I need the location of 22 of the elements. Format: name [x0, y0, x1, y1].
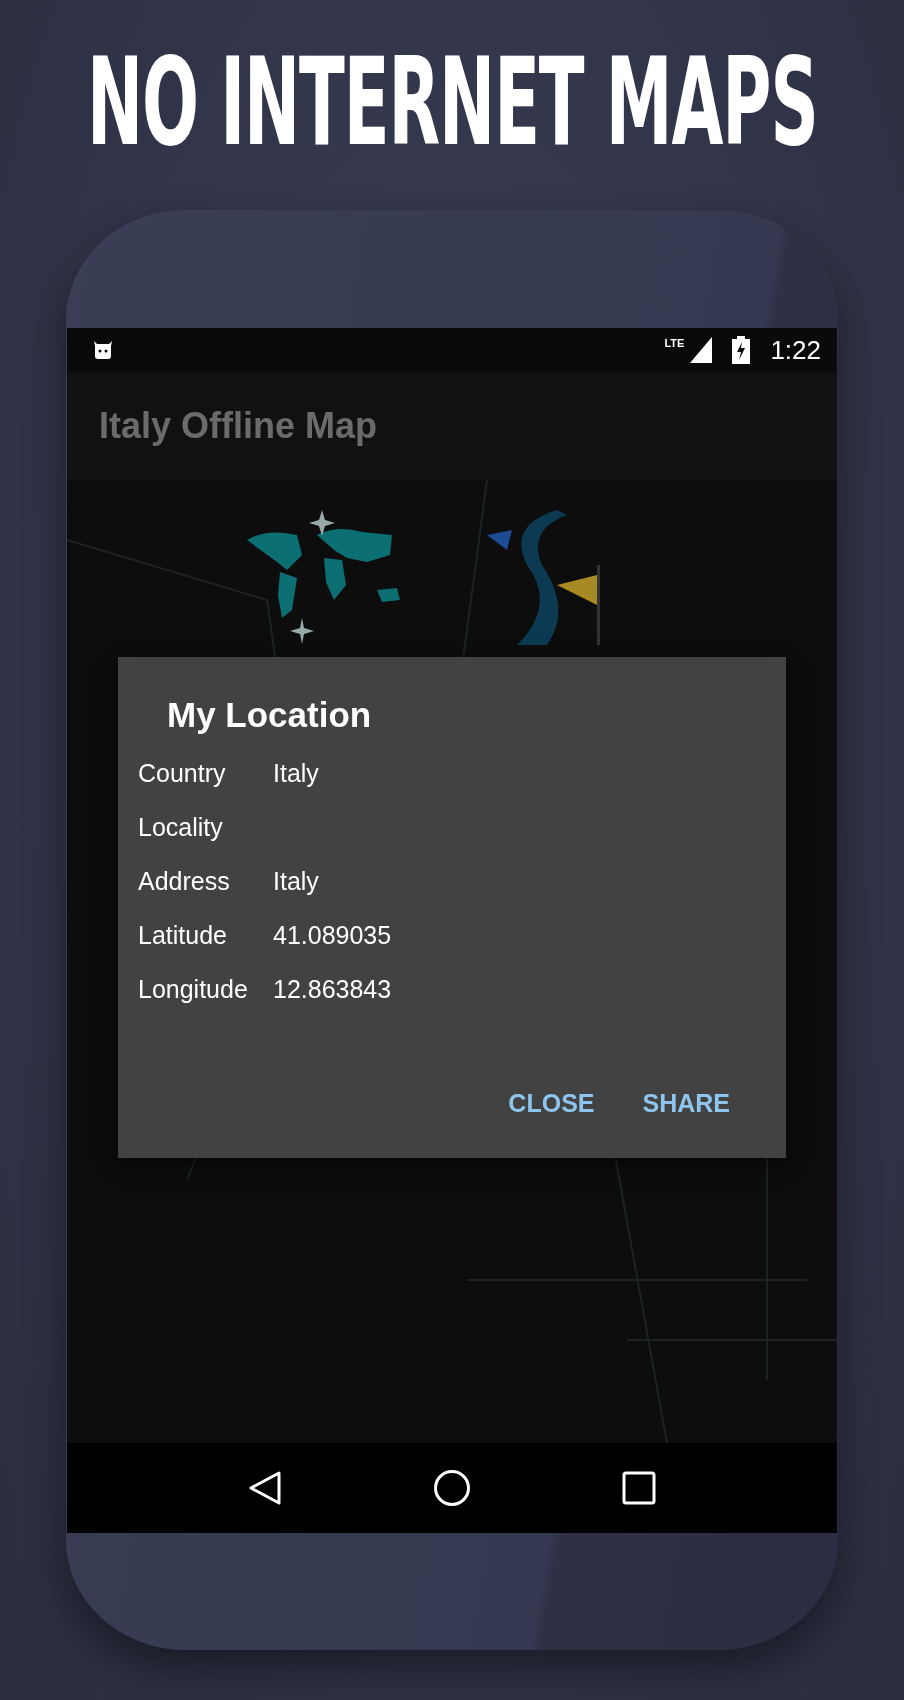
dialog-title: My Location	[167, 695, 373, 735]
home-icon[interactable]	[433, 1469, 471, 1507]
app-title: Italy Offline Map	[99, 405, 378, 447]
close-button[interactable]: CLOSE	[496, 1079, 607, 1128]
field-value: Italy	[273, 866, 319, 896]
android-icon	[91, 338, 115, 362]
signal-icon	[690, 337, 713, 363]
network-label: LTE	[664, 337, 685, 349]
headline: NO INTERNET MAPS	[86, 52, 818, 175]
clock: 1:22	[770, 334, 821, 366]
field-label: Longitude	[138, 974, 249, 1004]
recents-icon[interactable]	[622, 1471, 657, 1505]
share-button[interactable]: SHARE	[630, 1079, 742, 1128]
field-label: Address	[138, 866, 231, 896]
field-label: Country	[138, 758, 227, 788]
field-value: 41.089035	[273, 920, 392, 950]
field-value: 12.863843	[273, 974, 392, 1004]
field-label: Locality	[138, 812, 224, 842]
back-icon[interactable]	[247, 1470, 282, 1506]
field-label: Latitude	[138, 920, 228, 950]
battery-charging-icon	[732, 336, 751, 364]
field-value: Italy	[273, 758, 319, 788]
